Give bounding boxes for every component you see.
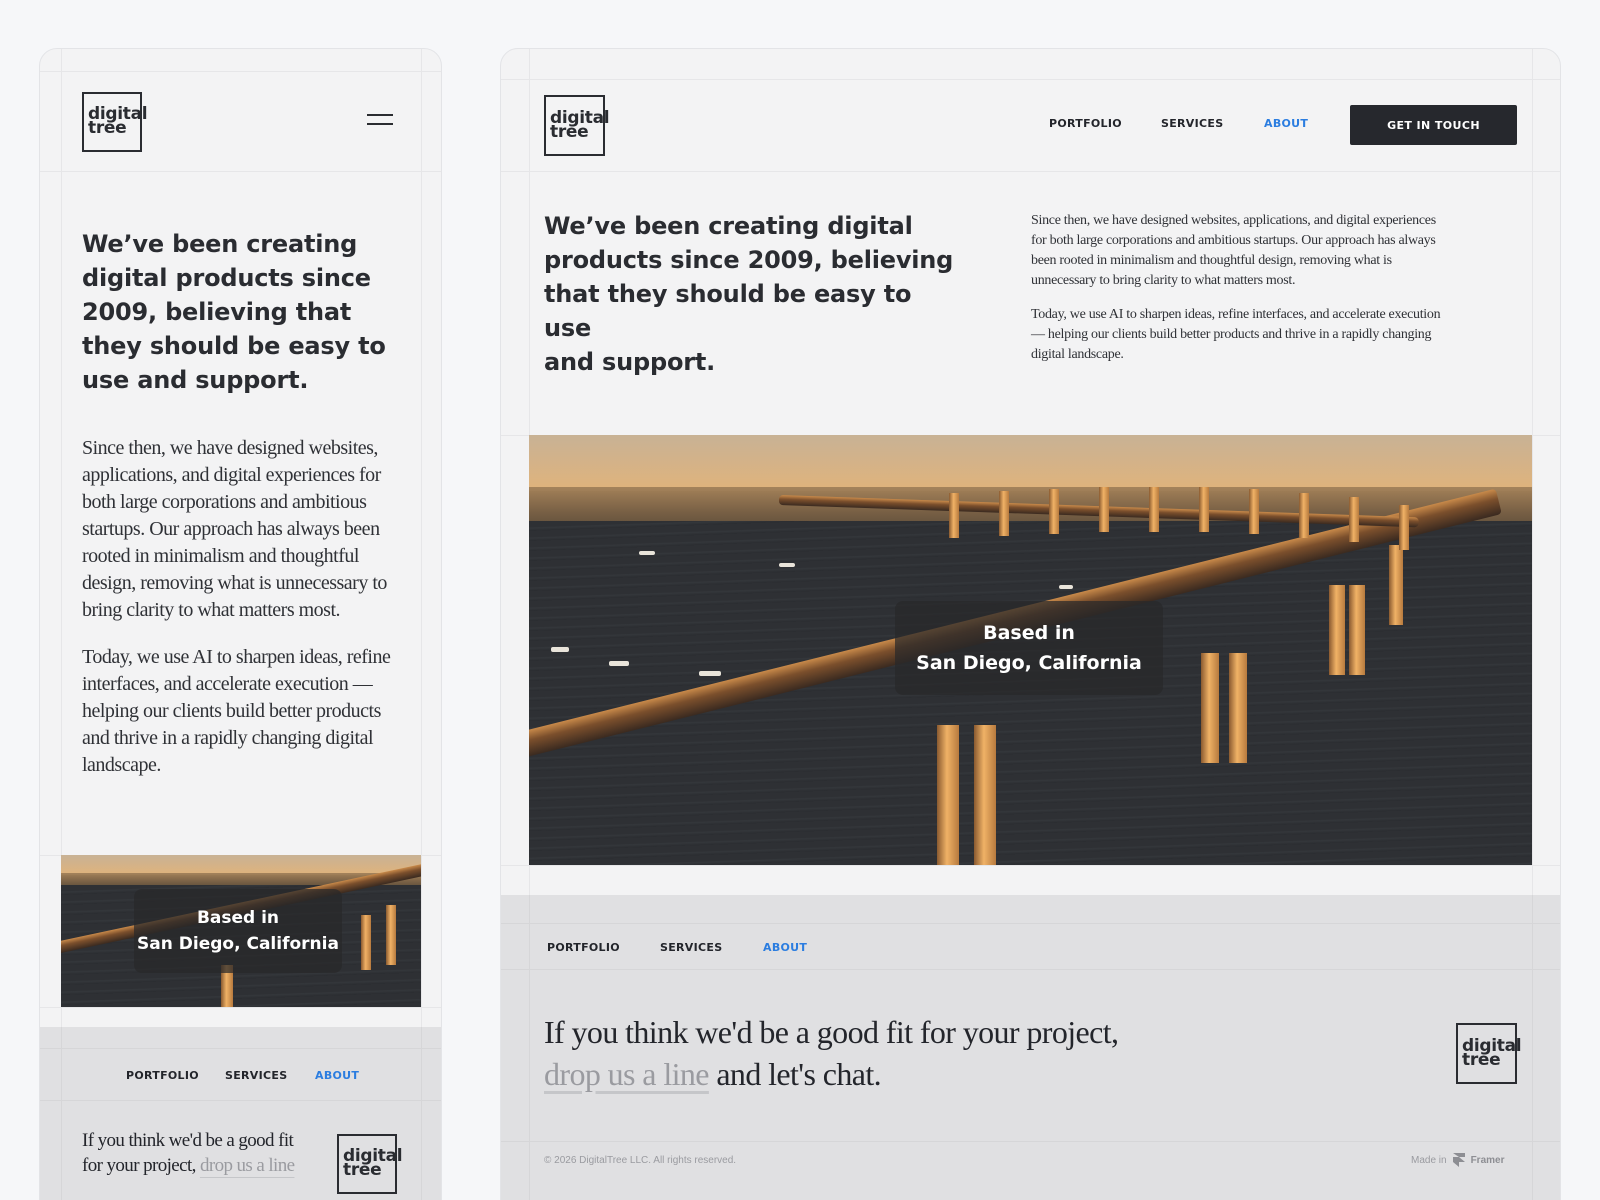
hero-title-line: 2009, believing that xyxy=(82,298,352,326)
grid-line xyxy=(501,79,1560,80)
location-photo-desktop: Based in San Diego, California xyxy=(529,435,1532,865)
logo[interactable]: digital tree xyxy=(82,92,148,152)
location-city: San Diego, California xyxy=(916,652,1142,674)
location-label: Based in xyxy=(196,908,280,928)
location-label: Based in xyxy=(983,622,1075,644)
grid-line xyxy=(501,865,1560,866)
desktop-footer: PORTFOLIO SERVICES ABOUT If you think we… xyxy=(501,895,1560,1200)
logo-text-tree: tree xyxy=(343,1160,382,1180)
get-in-touch-button[interactable]: GET IN TOUCH xyxy=(1350,105,1517,145)
footer-nav-services[interactable]: SERVICES xyxy=(225,1069,287,1082)
hamburger-icon[interactable] xyxy=(367,114,393,126)
body-paragraph-1: Since then, we have designed websites, a… xyxy=(1031,213,1436,288)
grid-line xyxy=(40,71,441,72)
hero-title-line: that they should be easy to use xyxy=(544,280,912,342)
footer-nav-portfolio[interactable]: PORTFOLIO xyxy=(126,1069,199,1082)
grid-line xyxy=(40,171,441,172)
location-photo-mobile: Based in San Diego, California xyxy=(61,855,421,1007)
hero-title-line: and support. xyxy=(544,348,716,376)
footer-nav-portfolio[interactable]: PORTFOLIO xyxy=(547,941,620,954)
body-paragraph-2: Today, we use AI to sharpen ideas, refin… xyxy=(1031,307,1441,362)
hero-title-line: We’ve been creating digital xyxy=(544,212,913,240)
location-badge: Based in San Diego, California xyxy=(134,889,342,973)
hero-title-mobile: We’ve been creating digital products sin… xyxy=(82,227,402,397)
location-badge: Based in San Diego, California xyxy=(895,601,1163,695)
hero-title-line: products since 2009, believing xyxy=(544,246,954,274)
copyright-text: © 2026 DigitalTree LLC. All rights reser… xyxy=(544,1155,737,1166)
grid-line xyxy=(40,1007,441,1008)
desktop-preview: digital tree PORTFOLIO SERVICES ABOUT GE… xyxy=(500,48,1561,1200)
logo-text-tree: tree xyxy=(88,118,127,138)
nav-about[interactable]: ABOUT xyxy=(1264,117,1308,130)
made-in-framer[interactable]: Made in Framer xyxy=(1411,1153,1504,1167)
body-paragraph-2: Today, we use AI to sharpen ideas, refin… xyxy=(82,646,391,776)
footer-logo[interactable]: digital tree xyxy=(337,1134,403,1194)
grid-line xyxy=(501,171,1560,172)
mobile-preview: digital tree We’ve been creating digital… xyxy=(39,48,442,1200)
nav-portfolio[interactable]: PORTFOLIO xyxy=(1049,117,1122,130)
logo-text-tree: tree xyxy=(550,121,589,142)
hero-title-line: they should be easy to xyxy=(82,332,386,360)
body-paragraph-1: Since then, we have designed websites, a… xyxy=(82,437,387,621)
logo-text-tree: tree xyxy=(1462,1049,1501,1070)
framer-logo-icon xyxy=(1452,1153,1465,1167)
footer-cta-mobile: If you think we'd be a good fit for your… xyxy=(82,1128,295,1178)
hero-body-mobile: Since then, we have designed websites, a… xyxy=(82,435,397,793)
framer-label: Framer xyxy=(1470,1154,1505,1166)
footer-nav-about[interactable]: ABOUT xyxy=(763,941,807,954)
drop-us-a-line-link[interactable]: drop us a line xyxy=(544,1056,710,1092)
hero-body-desktop: Since then, we have designed websites, a… xyxy=(1031,211,1451,379)
footer-nav-services[interactable]: SERVICES xyxy=(660,941,722,954)
footer-cta-line: If you think we'd be a good fit for your… xyxy=(544,1014,1119,1050)
hero-title-desktop: We’ve been creating digital products sin… xyxy=(544,209,964,379)
hero-title-line: use and support. xyxy=(82,366,309,394)
logo[interactable]: digital tree xyxy=(544,95,610,156)
made-in-label: Made in xyxy=(1411,1154,1447,1166)
footer-cta-line: If you think we'd be a good fit xyxy=(82,1130,294,1151)
location-city: San Diego, California xyxy=(137,934,339,954)
nav-services[interactable]: SERVICES xyxy=(1161,117,1223,130)
drop-us-a-line-link[interactable]: drop us a line xyxy=(200,1155,295,1176)
hero-title-line: We’ve been creating xyxy=(82,230,358,258)
hero-title-line: digital products since xyxy=(82,264,371,292)
footer-cta-line: and let's chat. xyxy=(716,1056,882,1092)
footer-nav-about[interactable]: ABOUT xyxy=(315,1069,359,1082)
footer-logo[interactable]: digital tree xyxy=(1456,1023,1522,1084)
footer-cta-line: for your project, xyxy=(82,1155,196,1176)
mobile-footer: PORTFOLIO SERVICES ABOUT If you think we… xyxy=(40,1027,441,1200)
footer-cta-desktop: If you think we'd be a good fit for your… xyxy=(544,1011,1119,1095)
